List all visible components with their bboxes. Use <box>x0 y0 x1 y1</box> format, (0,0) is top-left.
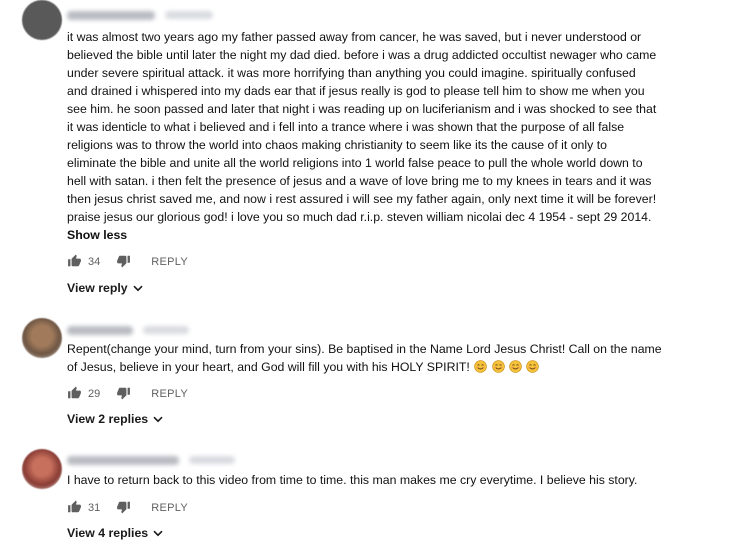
avatar[interactable] <box>22 318 62 358</box>
avatar[interactable] <box>22 449 62 489</box>
smiling-face-icon <box>509 360 522 378</box>
reply-button[interactable]: REPLY <box>151 256 188 268</box>
thumbs-up-icon <box>67 386 82 403</box>
like-button[interactable]: 31 <box>67 500 100 517</box>
avatar[interactable] <box>22 0 62 40</box>
timestamp-blurred[interactable] <box>165 11 213 19</box>
comment-text-line: it was identicle to what i believed and … <box>67 120 625 134</box>
comment-actions: 29 REPLY <box>67 386 188 402</box>
comment-text-line: under severe spiritual attack. it was mo… <box>67 66 636 80</box>
comment-actions: 34 REPLY <box>67 254 188 270</box>
smiling-face-icon <box>491 360 505 378</box>
comment-text-line: then jesus christ saved me, and now i re… <box>67 192 657 206</box>
comment-text-line: see him. he soon passed and later that n… <box>67 102 657 116</box>
thumbs-up-icon <box>67 254 82 271</box>
author-name-blurred[interactable] <box>67 325 133 335</box>
reply-button[interactable]: REPLY <box>151 388 188 400</box>
comment-text-line-with-emoji: of Jesus, believe in your heart, and God… <box>67 358 697 376</box>
comment-text-line: praise jesus our glorious god! i love yo… <box>67 210 652 224</box>
smiling-face-icon <box>474 360 487 378</box>
like-button[interactable]: 34 <box>67 254 100 271</box>
chevron-down-icon <box>153 530 163 537</box>
author-name-blurred[interactable] <box>67 10 155 20</box>
comment-body: it was almost two years ago my father pa… <box>67 28 697 226</box>
dislike-button[interactable] <box>116 386 131 403</box>
view-replies-label: View 2 replies <box>67 412 149 426</box>
dislike-button[interactable] <box>116 500 131 517</box>
comment-author-meta <box>67 8 213 22</box>
like-count: 31 <box>88 502 101 514</box>
comment-text-line: religions was to throw the world into ch… <box>67 138 607 152</box>
comment-text-line: and drained i whispered into my dads ear… <box>67 84 645 98</box>
like-count: 29 <box>88 388 101 400</box>
view-replies-button[interactable]: View 4 replies <box>67 526 163 540</box>
view-replies-label: View reply <box>67 281 128 295</box>
comment-text-line: believed the bible until later the night… <box>67 48 657 62</box>
author-name-blurred[interactable] <box>67 455 179 465</box>
dislike-button[interactable] <box>116 254 131 271</box>
comment-author-meta <box>67 453 235 467</box>
show-less-link[interactable]: Show less <box>67 228 127 242</box>
comment-actions: 31 REPLY <box>67 500 188 516</box>
smiling-face-icon <box>526 360 540 378</box>
thumbs-down-icon <box>116 500 131 517</box>
comment-text-line: of Jesus, believe in your heart, and God… <box>67 360 470 374</box>
comment-text-line: I have to return back to this video from… <box>67 473 638 487</box>
chevron-down-icon <box>153 416 163 423</box>
view-replies-button[interactable]: View reply <box>67 281 143 295</box>
thumbs-down-icon <box>116 386 131 403</box>
timestamp-blurred[interactable] <box>143 326 189 334</box>
comment-text-line: eliminate the bible and unite all the wo… <box>67 156 643 170</box>
like-count: 34 <box>88 256 101 268</box>
comment-author-meta <box>67 323 189 337</box>
comment-text-line: it was almost two years ago my father pa… <box>67 30 642 44</box>
view-replies-button[interactable]: View 2 replies <box>67 412 163 426</box>
chevron-down-icon <box>133 285 143 292</box>
comment-text-line: Repent(change your mind, turn from your … <box>67 342 662 356</box>
like-button[interactable]: 29 <box>67 386 100 403</box>
thumbs-down-icon <box>116 254 131 271</box>
comment-body: Repent(change your mind, turn from your … <box>67 340 697 376</box>
reply-button[interactable]: REPLY <box>151 502 188 514</box>
thumbs-up-icon <box>67 500 82 517</box>
comment-text-line: hell with satan. i then felt the presenc… <box>67 174 652 188</box>
timestamp-blurred[interactable] <box>189 456 235 464</box>
comment-body: I have to return back to this video from… <box>67 471 697 489</box>
view-replies-label: View 4 replies <box>67 526 149 540</box>
